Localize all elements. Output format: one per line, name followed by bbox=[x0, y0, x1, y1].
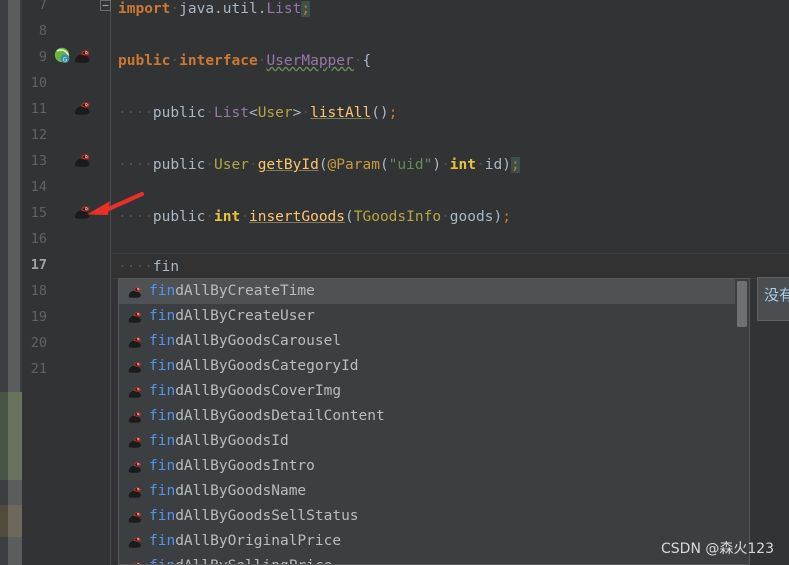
completion-item[interactable]: findAllByOriginalPrice bbox=[119, 529, 735, 554]
completion-match-prefix: fin bbox=[149, 533, 176, 549]
line-number-12: 12 bbox=[30, 127, 47, 143]
completion-scrollbar-track[interactable] bbox=[735, 279, 749, 564]
completion-match-prefix: fin bbox=[149, 483, 176, 499]
completion-item[interactable]: findAllByGoodsDetailContent bbox=[119, 404, 735, 429]
completion-item-label: dAllBySellingPrice bbox=[175, 558, 332, 564]
completion-item-label: dAllByGoodsName bbox=[175, 483, 307, 499]
mybatis-method-icon bbox=[127, 359, 143, 374]
completion-match-prefix: fin bbox=[149, 458, 176, 474]
completion-match-prefix: fin bbox=[149, 508, 176, 524]
spring-bean-icon[interactable]: G bbox=[54, 47, 72, 64]
mybatis-method-icon bbox=[127, 484, 143, 499]
completion-match-prefix: fin bbox=[149, 408, 176, 424]
mybatis-method-icon bbox=[127, 559, 143, 564]
code-line-13[interactable]: ····public·User·getById(@Param("uid")·in… bbox=[118, 152, 520, 178]
mybatis-method-icon bbox=[127, 409, 143, 424]
completion-item[interactable]: findAllByGoodsIntro bbox=[119, 454, 735, 479]
completion-item-label: dAllByGoodsIntro bbox=[175, 458, 315, 474]
completion-item-label: dAllByGoodsCarousel bbox=[175, 333, 342, 349]
line-number-15: 15 bbox=[30, 205, 47, 221]
completion-item-label: dAllByGoodsCoverImg bbox=[175, 383, 342, 399]
completion-match-prefix: fin bbox=[149, 333, 176, 349]
code-line-15[interactable]: ····public·int·insertGoods(TGoodsInfo·go… bbox=[118, 204, 511, 230]
doc-panel-text: 没有 bbox=[764, 286, 789, 304]
completion-item[interactable]: findAllByGoodsCoverImg bbox=[119, 379, 735, 404]
code-line-9[interactable]: public·interface·UserMapper·{ bbox=[118, 48, 371, 74]
completion-item[interactable]: findAllByGoodsSellStatus bbox=[119, 504, 735, 529]
line-number-7: 7 bbox=[38, 0, 47, 13]
line-number-14: 14 bbox=[30, 179, 47, 195]
mybatis-method-icon bbox=[127, 509, 143, 524]
completion-scrollbar-thumb[interactable] bbox=[737, 281, 747, 327]
completion-item[interactable]: findAllByCreateUser bbox=[119, 304, 735, 329]
completion-documentation-panel[interactable]: 没有 bbox=[757, 277, 789, 321]
line-number-18: 18 bbox=[30, 283, 47, 299]
mybatis-mapper-icon[interactable] bbox=[73, 204, 90, 220]
typed-prefix-text: fin bbox=[152, 259, 180, 275]
line-number-20: 20 bbox=[30, 335, 47, 351]
completion-item[interactable]: findAllByGoodsName bbox=[119, 479, 735, 504]
completion-match-prefix: fin bbox=[149, 558, 175, 564]
completion-item-label: dAllByGoodsDetailContent bbox=[175, 408, 385, 424]
completion-item[interactable]: findAllByCreateTime bbox=[119, 279, 735, 304]
vcs-gap-2 bbox=[0, 537, 22, 565]
completion-item-label: dAllByCreateUser bbox=[175, 308, 315, 324]
completion-item-list[interactable]: findAllByCreateTime findAllByCreateUser … bbox=[119, 279, 735, 564]
vcs-change-marker-brown bbox=[0, 505, 22, 537]
completion-item[interactable]: findAllByGoodsCategoryId bbox=[119, 354, 735, 379]
line-number-11: 11 bbox=[30, 101, 47, 117]
code-line-7[interactable]: import·java.util.List; bbox=[118, 0, 311, 22]
watermark-text: CSDN @森火123 bbox=[661, 541, 775, 557]
completion-match-prefix: fin bbox=[149, 308, 176, 324]
line-number-13: 13 bbox=[30, 153, 47, 169]
mybatis-method-icon bbox=[127, 309, 143, 324]
mybatis-method-icon bbox=[127, 284, 143, 299]
editor-gutter[interactable]: 7 8 9 10 11 12 13 14 15 16 17 18 19 20 2… bbox=[22, 0, 111, 565]
completion-match-prefix: fin bbox=[149, 358, 176, 374]
mybatis-method-icon bbox=[127, 334, 143, 349]
line-number-19: 19 bbox=[30, 309, 47, 325]
completion-item[interactable]: findAllBySellingPrice bbox=[119, 554, 735, 564]
mybatis-mapper-icon[interactable] bbox=[73, 48, 90, 64]
completion-item-label: dAllByGoodsCategoryId bbox=[175, 358, 359, 374]
svg-text:G: G bbox=[63, 56, 68, 63]
code-completion-popup[interactable]: findAllByCreateTime findAllByCreateUser … bbox=[118, 278, 750, 565]
line-number-21: 21 bbox=[30, 361, 47, 377]
code-line-11[interactable]: ····public·List<User>·listAll(); bbox=[118, 100, 397, 126]
completion-match-prefix: fin bbox=[149, 433, 176, 449]
line-number-9: 9 bbox=[38, 49, 47, 65]
completion-item-label: dAllByGoodsId bbox=[175, 433, 289, 449]
completion-item[interactable]: findAllByGoodsCarousel bbox=[119, 329, 735, 354]
vcs-change-marker-green bbox=[0, 392, 22, 480]
completion-match-prefix: fin bbox=[149, 283, 176, 299]
completion-item-label: dAllByCreateTime bbox=[175, 283, 315, 299]
code-line-17[interactable]: ····fin bbox=[118, 254, 179, 280]
line-number-17: 17 bbox=[30, 257, 47, 273]
current-line-highlight bbox=[112, 253, 789, 279]
completion-item-label: dAllByGoodsSellStatus bbox=[175, 508, 359, 524]
mybatis-method-icon bbox=[127, 534, 143, 549]
mybatis-method-icon bbox=[127, 384, 143, 399]
vcs-gap-1 bbox=[0, 480, 22, 505]
completion-item[interactable]: findAllByGoodsId bbox=[119, 429, 735, 454]
line-number-8: 8 bbox=[38, 23, 47, 39]
line-number-10: 10 bbox=[30, 75, 47, 91]
completion-match-prefix: fin bbox=[149, 383, 176, 399]
mybatis-method-icon bbox=[127, 434, 143, 449]
mybatis-mapper-icon[interactable] bbox=[73, 100, 90, 116]
mybatis-mapper-icon[interactable] bbox=[73, 152, 90, 168]
mybatis-method-icon bbox=[127, 459, 143, 474]
completion-item-label: dAllByOriginalPrice bbox=[175, 533, 342, 549]
line-number-16: 16 bbox=[30, 231, 47, 247]
code-fold-collapse-icon[interactable] bbox=[100, 0, 111, 11]
ide-editor-window: 7 8 9 10 11 12 13 14 15 16 17 18 19 20 2… bbox=[0, 0, 789, 565]
